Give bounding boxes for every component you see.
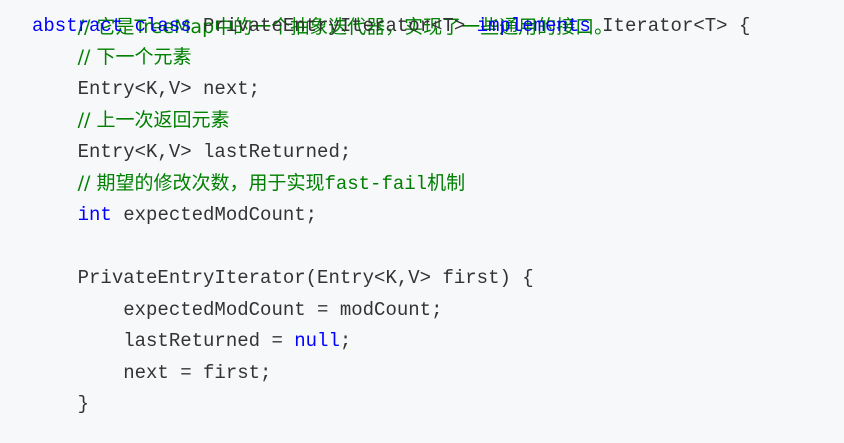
field-declaration: Entry<K,V> next; <box>77 78 261 100</box>
code-line-field-next: Entry<K,V> next; <box>32 74 260 105</box>
semicolon: ; <box>339 330 352 352</box>
keyword-implements: implements <box>476 15 591 37</box>
closing-brace: } <box>77 393 90 415</box>
code-line-closing-brace: } <box>32 389 89 420</box>
keyword-null: null <box>294 330 340 352</box>
constructor-signature: PrivateEntryIterator(Entry<K,V> first) { <box>77 267 534 289</box>
code-line-comment-next: // 下一个元素 <box>32 42 192 73</box>
code-line-class-declaration: abstract class PrivateEntryIterator<T> i… <box>32 11 750 42</box>
code-line-field-last-returned: Entry<K,V> lastReturned; <box>32 137 352 168</box>
keyword-int: int <box>77 204 112 226</box>
code-line-constructor: PrivateEntryIterator(Entry<K,V> first) { <box>32 263 534 294</box>
code-line-comment-mod-count: // 期望的修改次数，用于实现fast-fail机制 <box>32 168 465 199</box>
code-line-assign-mod-count: expectedModCount = modCount; <box>32 295 442 326</box>
comment-text: // 期望的修改次数，用于实现 <box>77 172 325 194</box>
code-line-assign-next: next = first; <box>32 358 271 389</box>
class-name: PrivateEntryIterator<T> <box>203 15 466 37</box>
comment-text: // 下一个元素 <box>77 46 192 68</box>
statement: lastReturned = <box>123 330 295 352</box>
comment-code-text: fast-fail <box>324 173 428 195</box>
comment-text-suffix: 机制 <box>427 172 466 194</box>
keyword-class: class <box>134 15 192 37</box>
keyword-abstract: abstract <box>32 15 124 37</box>
code-line-assign-last-returned: lastReturned = null; <box>32 326 351 357</box>
code-line-comment-last-returned: // 上一次返回元素 <box>32 105 230 136</box>
code-block: // 它是TreeMap中的一个抽象迭代器，实现了一些通用的接口。 abstra… <box>0 0 844 443</box>
field-declaration: Entry<K,V> lastReturned; <box>77 141 352 163</box>
comment-text: // 上一次返回元素 <box>77 109 230 131</box>
code-line-field-mod-count: int expectedModCount; <box>32 200 317 231</box>
interface-name: Iterator<T> { <box>602 15 751 37</box>
statement: next = first; <box>123 362 272 384</box>
statement: expectedModCount = modCount; <box>123 299 443 321</box>
field-name: expectedModCount; <box>123 204 318 226</box>
